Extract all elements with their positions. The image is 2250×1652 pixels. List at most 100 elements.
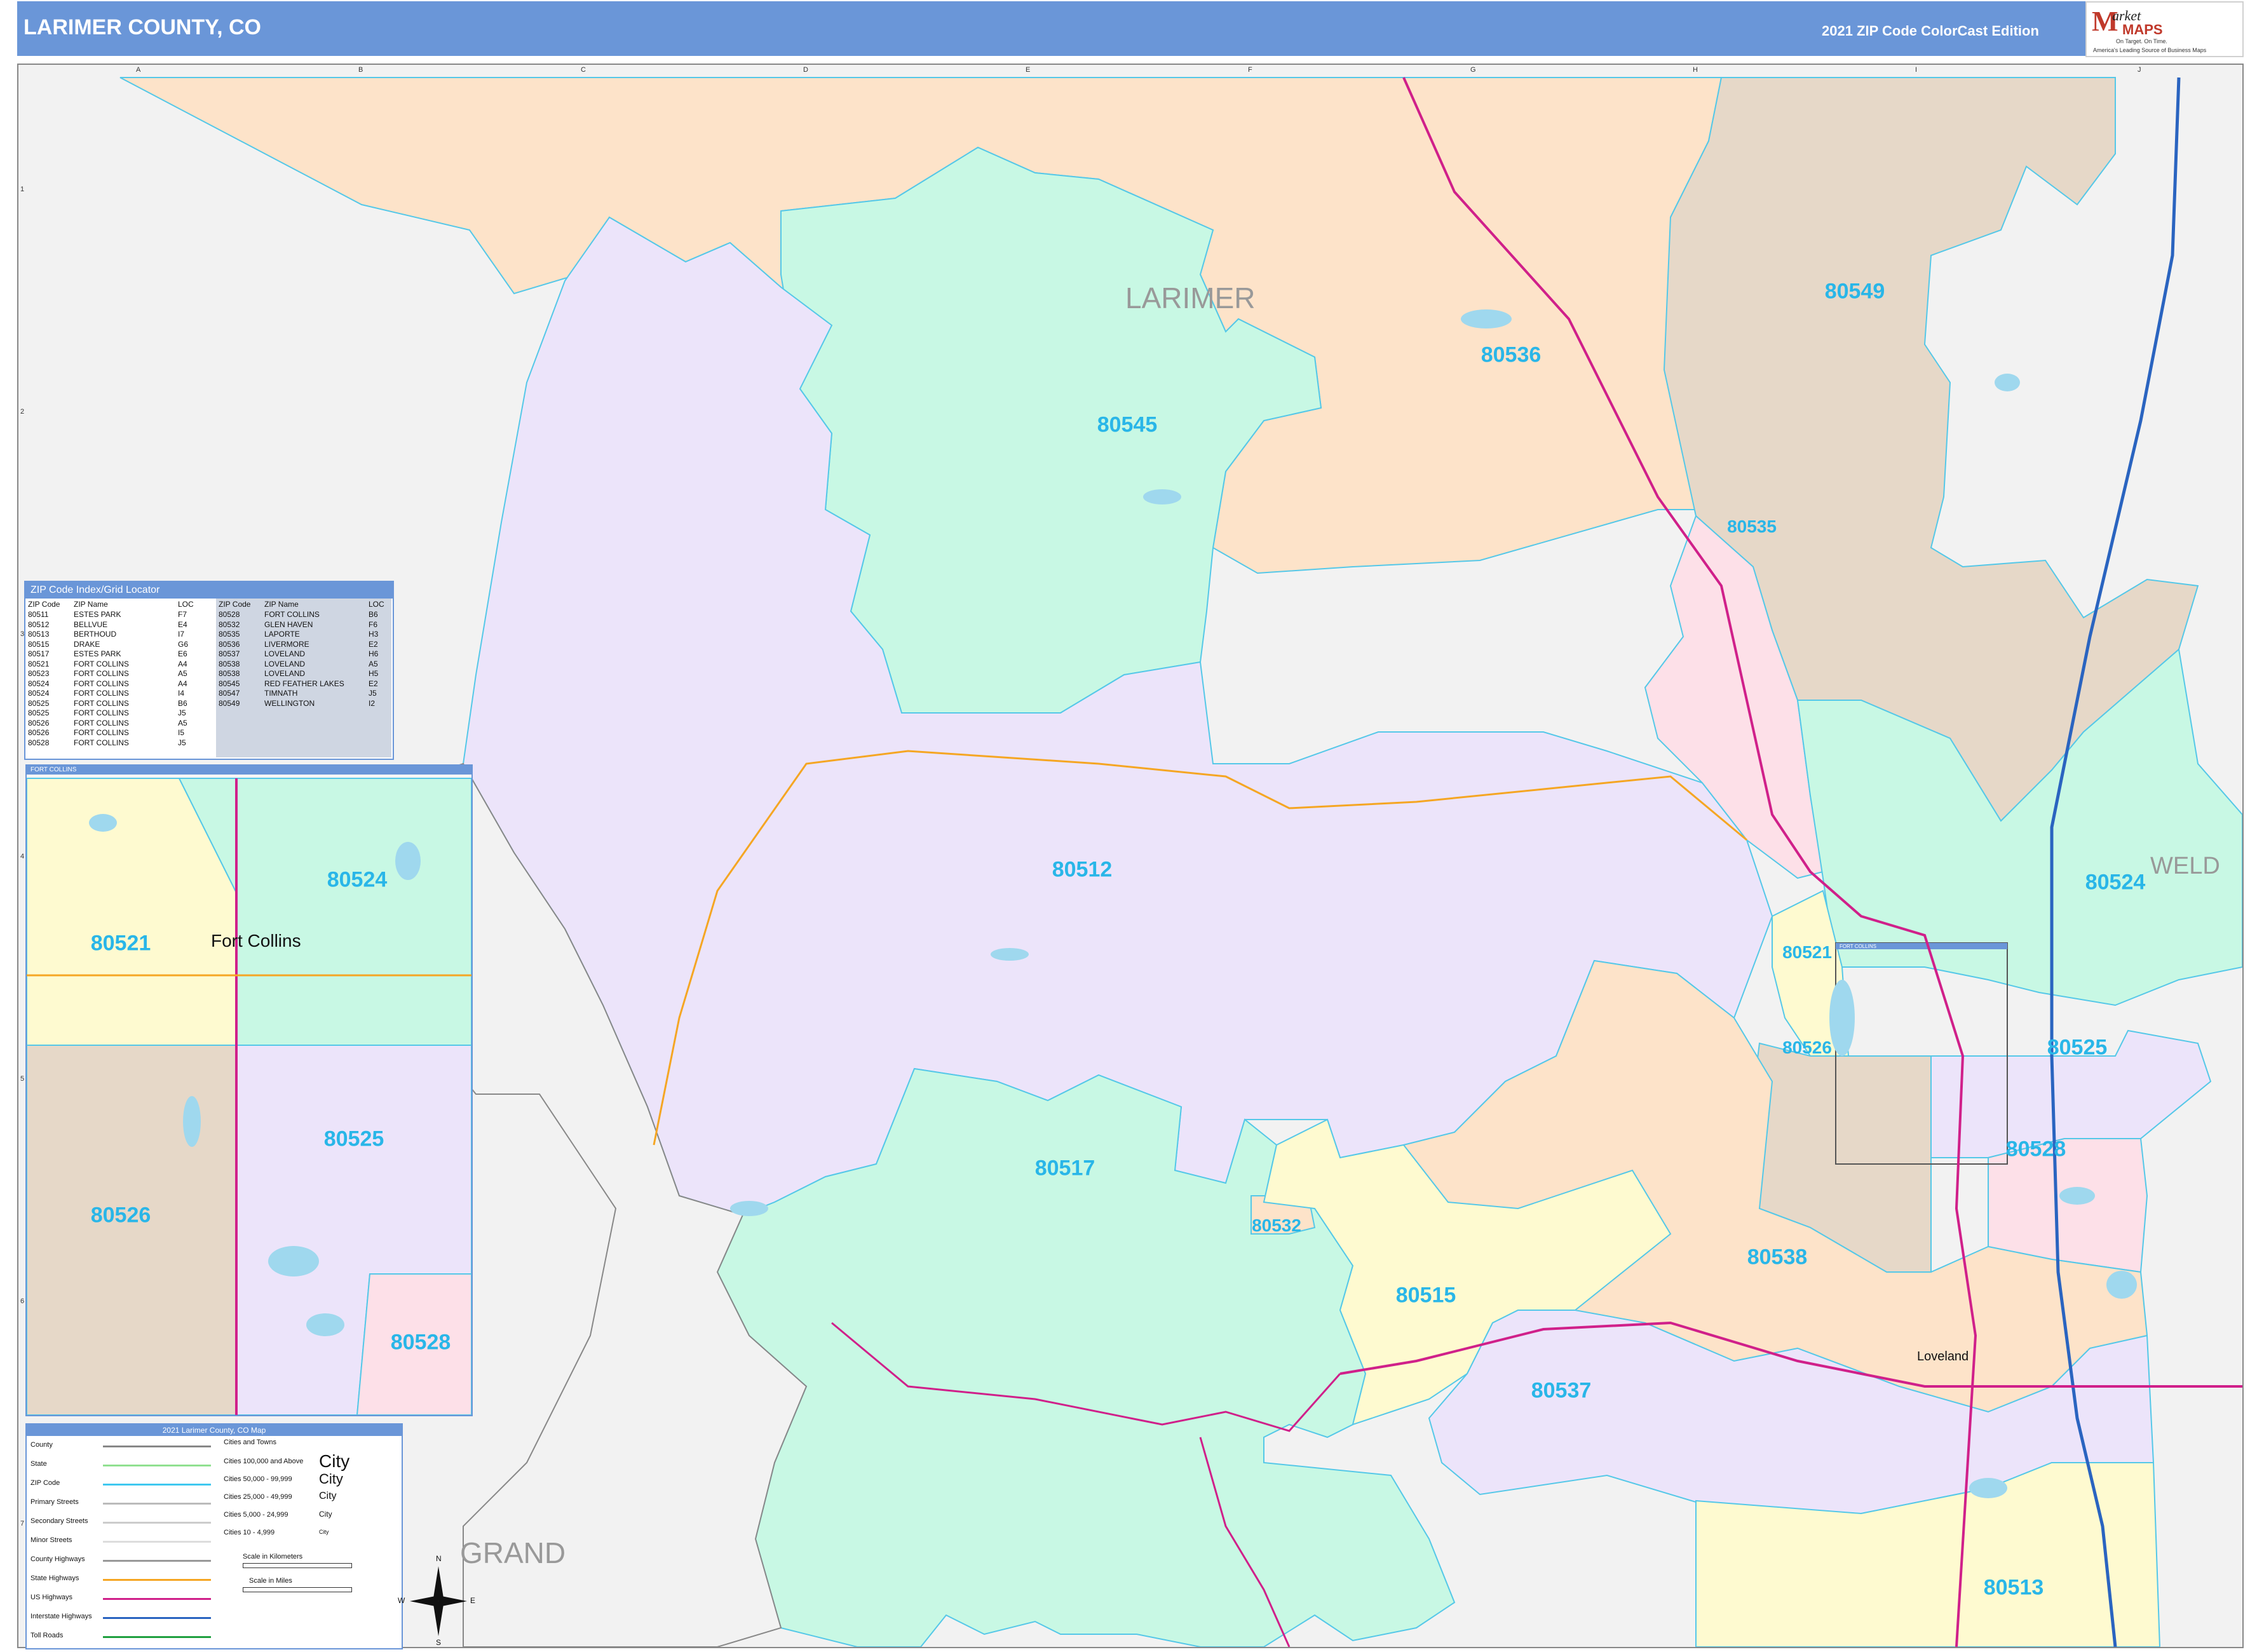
zip-index-cell: 80538 xyxy=(219,659,240,668)
zip-index-cell: FORT COLLINS xyxy=(74,679,129,688)
fort-collins-inset[interactable]: FORT COLLINS Fort Collins 80524 80521 80… xyxy=(25,764,473,1416)
lake xyxy=(1143,489,1181,504)
zip-index-cell: ESTES PARK xyxy=(74,649,121,658)
zip-index-cell: 80526 xyxy=(28,728,50,737)
zip-index-cell: BERTHOUD xyxy=(74,630,117,639)
grid-letter: J xyxy=(2138,66,2141,74)
zip-index-cell: 80524 xyxy=(28,689,50,698)
grid-number: 6 xyxy=(20,1297,25,1305)
lake xyxy=(1995,374,2020,391)
inset-zip-80525: 80525 xyxy=(323,1127,384,1151)
zip-index-cell: WELLINGTON xyxy=(264,698,315,708)
legend-item-label: State Highways xyxy=(30,1574,79,1582)
zip-index-header: LOC xyxy=(178,600,194,609)
legend-city-sample: City xyxy=(319,1528,329,1535)
zip-index-cell: 80523 xyxy=(28,669,50,678)
zip-index-cell: H5 xyxy=(369,669,379,678)
market-maps-logo[interactable]: M arket MAPS On Target. On Time. America… xyxy=(2085,1,2244,57)
legend-city-size: Cities 10 - 4,999 xyxy=(224,1529,275,1536)
legend-scale-km: Scale in Kilometers xyxy=(243,1553,303,1561)
zip-label-80512: 80512 xyxy=(1052,857,1113,882)
zip-label-80545: 80545 xyxy=(1097,412,1158,437)
legend-item-swatch xyxy=(103,1541,211,1543)
lake xyxy=(2059,1187,2095,1205)
legend-city-sample: City xyxy=(319,1491,337,1501)
zip-index-header: ZIP Code xyxy=(219,600,251,609)
zip-index-cell: 80538 xyxy=(219,669,240,678)
lake xyxy=(730,1201,768,1216)
zip-index-cell: RED FEATHER LAKES xyxy=(264,679,344,688)
zip-label-80515: 80515 xyxy=(1395,1283,1456,1308)
zip-index-cell: FORT COLLINS xyxy=(74,718,129,728)
legend-item-label: US Highways xyxy=(30,1594,73,1601)
zip-index-cell: 80512 xyxy=(28,620,50,629)
legend-item-label: Primary Streets xyxy=(30,1498,79,1506)
zip-index-cell: FORT COLLINS xyxy=(74,738,129,747)
grid-letter: E xyxy=(1026,66,1031,74)
zip-index-cell: E6 xyxy=(178,649,187,658)
zip-index-cell: J5 xyxy=(178,708,186,717)
grid-letter: A xyxy=(136,66,141,74)
zip-index-cell: FORT COLLINS xyxy=(74,669,129,678)
lake xyxy=(1969,1478,2007,1498)
zip-index-cell: 80521 xyxy=(28,659,50,668)
county-label-larimer: LARIMER xyxy=(1125,281,1256,315)
zip-index-cell: 80549 xyxy=(219,698,240,708)
legend-item-label: Secondary Streets xyxy=(30,1517,88,1525)
logo-tagline-2: America's Leading Source of Business Map… xyxy=(2093,47,2207,53)
lake xyxy=(2106,1271,2137,1299)
inset-marker-label: FORT COLLINS xyxy=(1840,944,1876,949)
zip-index-cell: FORT COLLINS xyxy=(74,689,129,698)
legend-item-label: County Highways xyxy=(30,1555,85,1563)
inset-city-label: Fort Collins xyxy=(211,931,301,951)
map-title: LARIMER COUNTY, CO xyxy=(24,15,261,39)
inset-zip-80526: 80526 xyxy=(90,1203,151,1228)
legend-item-swatch xyxy=(103,1446,211,1447)
grid-letter: D xyxy=(803,66,808,74)
logo-maps-text: MAPS xyxy=(2122,22,2163,37)
zip-index-cell: 80547 xyxy=(219,689,240,698)
grid-letter: B xyxy=(358,66,363,74)
legend-item-swatch xyxy=(103,1598,211,1600)
zip-label-80526: 80526 xyxy=(1782,1038,1832,1057)
zip-label-80549: 80549 xyxy=(1824,279,1885,304)
inset-zip-80521: 80521 xyxy=(90,931,151,956)
legend-city-sample: City xyxy=(319,1510,332,1519)
zip-label-80536: 80536 xyxy=(1481,342,1542,367)
legend-item-swatch xyxy=(103,1560,211,1562)
legend-item-swatch xyxy=(103,1484,211,1486)
zip-index-cell: E2 xyxy=(369,639,378,649)
legend-item-swatch xyxy=(103,1636,211,1638)
legend-item-swatch xyxy=(103,1522,211,1524)
zip-index-cell: E2 xyxy=(369,679,378,688)
zip-index-cell: I5 xyxy=(178,728,185,737)
grid-letter: I xyxy=(1915,66,1918,74)
zip-index-cell: FORT COLLINS xyxy=(74,728,129,737)
zip-label-80513: 80513 xyxy=(1983,1575,2044,1600)
compass-s: S xyxy=(436,1638,442,1647)
zip-index-title: ZIP Code Index/Grid Locator xyxy=(25,582,393,599)
zip-index-cell: A5 xyxy=(369,659,378,668)
scale-bar-km xyxy=(243,1563,352,1568)
legend-item-label: County xyxy=(30,1441,53,1449)
zip-index-cell: 80513 xyxy=(28,630,50,639)
grid-number: 7 xyxy=(20,1520,25,1527)
zip-index-header: ZIP Name xyxy=(264,600,299,609)
zip-index-cell: 80545 xyxy=(219,679,240,688)
zip-label-80524: 80524 xyxy=(2085,870,2146,895)
zip-index-cell: LOVELAND xyxy=(264,649,306,658)
legend-item-swatch xyxy=(103,1617,211,1619)
edition-label: 2021 ZIP Code ColorCast Edition xyxy=(1822,23,2039,39)
grid-letter: C xyxy=(581,66,586,74)
zip-index-cell: H6 xyxy=(369,649,379,658)
zip-index-cell: B6 xyxy=(178,698,187,708)
zip-index-table: ZIP Code Index/Grid Locator ZIP Code ZIP … xyxy=(24,581,394,760)
zip-index-cell: FORT COLLINS xyxy=(74,708,129,717)
zip-index-cell: ESTES PARK xyxy=(74,610,121,619)
legend-item-label: Interstate Highways xyxy=(30,1613,92,1620)
zip-index-cell: 80524 xyxy=(28,679,50,688)
zip-index-cell: A4 xyxy=(178,659,187,668)
zip-index-cell: 80535 xyxy=(219,630,240,639)
zip-index-cell: E4 xyxy=(178,620,187,629)
zip-label-80538: 80538 xyxy=(1747,1245,1808,1269)
